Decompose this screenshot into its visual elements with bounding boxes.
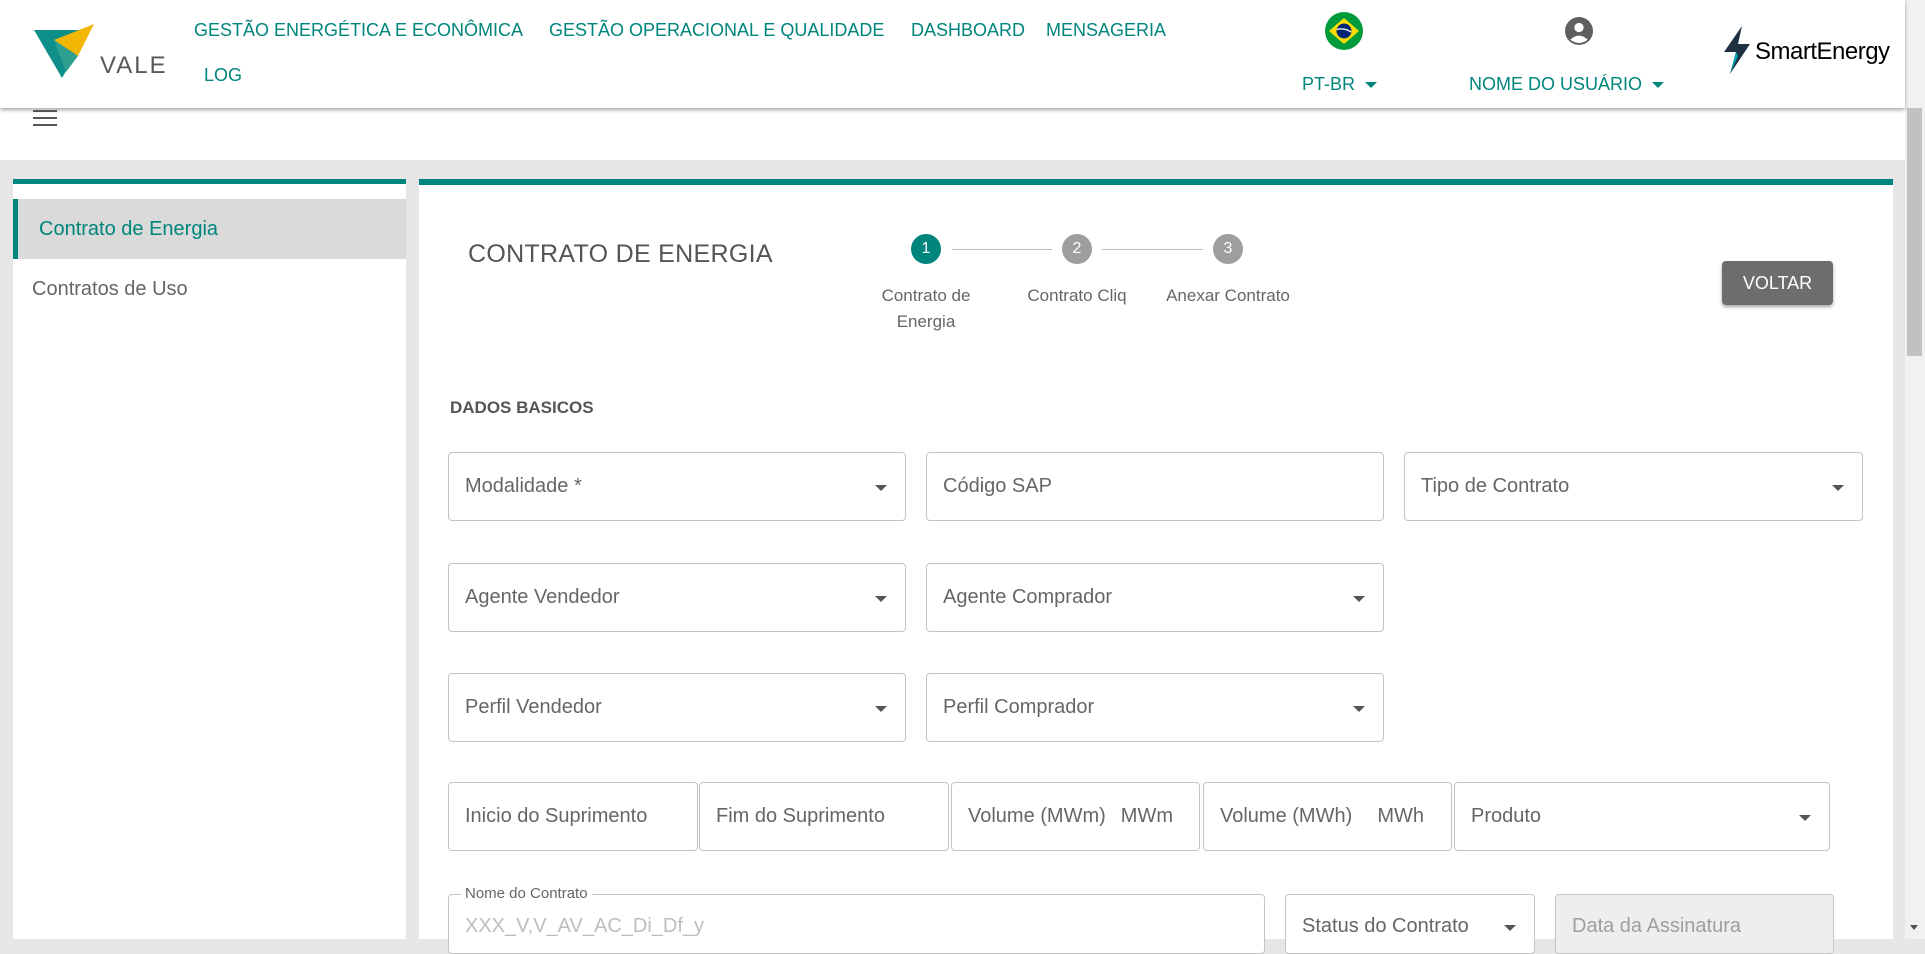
nome-contrato-label: Nome do Contrato	[461, 885, 592, 902]
inicio-suprimento-label: Inicio do Suprimento	[465, 805, 648, 827]
dropdown-arrow-icon	[875, 485, 887, 491]
step-1-label: Contrato de Energia	[866, 283, 986, 335]
step-2-label: Contrato Cliq	[1027, 286, 1127, 305]
page-title: CONTRATO DE ENERGIA	[468, 240, 773, 268]
produto-label: Produto	[1471, 805, 1542, 827]
menu-icon[interactable]	[33, 110, 57, 130]
nav-gestao-energetica[interactable]: GESTÃO ENERGÉTICA E ECONÔMICA	[194, 20, 523, 41]
vale-logo-text: VALE	[100, 52, 168, 79]
modalidade-select[interactable]: Modalidade *	[448, 452, 906, 521]
smartenergy-bolt-icon	[1724, 26, 1750, 74]
modalidade-label: Modalidade *	[465, 475, 582, 497]
volume-mwm-unit: MWm	[1120, 805, 1173, 827]
perfil-comprador-select[interactable]: Perfil Comprador	[926, 673, 1384, 742]
fim-suprimento-label: Fim do Suprimento	[716, 805, 885, 827]
sidebar-item-label: Contrato de Energia	[39, 218, 219, 240]
step-3-indicator[interactable]: 3	[1213, 234, 1243, 264]
agente-vendedor-select[interactable]: Agente Vendedor	[448, 563, 906, 632]
codigo-sap-input[interactable]: Código SAP	[926, 452, 1384, 521]
step-1-label-line1: Contrato de	[881, 286, 971, 305]
inicio-suprimento-date[interactable]: Inicio do Suprimento	[448, 782, 698, 851]
volume-mwm-input[interactable]: Volume (MWm) MWm	[951, 782, 1200, 851]
data-assinatura-date: Data da Assinatura	[1555, 894, 1834, 954]
perfil-comprador-label: Perfil Comprador	[943, 696, 1095, 718]
dropdown-arrow-icon	[1353, 706, 1365, 712]
smartenergy-logo-text: SmartEnergy	[1755, 38, 1890, 65]
user-menu[interactable]: NOME DO USUÁRIO	[1469, 74, 1665, 95]
user-name-label: NOME DO USUÁRIO	[1469, 74, 1643, 94]
nome-contrato-input[interactable]: Nome do Contrato XXX_V,V_AV_AC_Di_Df_y	[448, 885, 1265, 954]
section-title: DADOS BASICOS	[450, 398, 594, 417]
produto-select[interactable]: Produto	[1454, 782, 1830, 851]
agente-vendedor-label: Agente Vendedor	[465, 586, 620, 608]
step-1-indicator[interactable]: 1	[911, 234, 941, 264]
language-selector[interactable]: PT-BR	[1302, 74, 1378, 95]
data-assinatura-label: Data da Assinatura	[1572, 915, 1741, 937]
tipo-contrato-label: Tipo de Contrato	[1421, 475, 1570, 497]
nome-contrato-placeholder: XXX_V,V_AV_AC_Di_Df_y	[465, 915, 705, 937]
dropdown-arrow-icon	[875, 706, 887, 712]
perfil-vendedor-select[interactable]: Perfil Vendedor	[448, 673, 906, 742]
brazil-flag-icon[interactable]	[1325, 12, 1363, 50]
language-label: PT-BR	[1302, 74, 1356, 94]
volume-mwh-unit: MWh	[1377, 805, 1424, 827]
dropdown-arrow-icon	[1504, 925, 1516, 931]
nav-gestao-operacional[interactable]: GESTÃO OPERACIONAL E QUALIDADE	[549, 20, 884, 41]
nav-mensageria[interactable]: MENSAGERIA	[1046, 20, 1166, 41]
tipo-contrato-select[interactable]: Tipo de Contrato	[1404, 452, 1863, 521]
fim-suprimento-date[interactable]: Fim do Suprimento	[699, 782, 949, 851]
step-3-label: Anexar Contrato	[1166, 286, 1290, 305]
toolbar-strip	[0, 108, 1905, 160]
chevron-down-icon	[1365, 82, 1378, 89]
nav-log[interactable]: LOG	[204, 65, 242, 86]
chevron-down-icon	[1652, 82, 1665, 89]
step-1-label-line2: Energia	[896, 312, 956, 331]
volume-mwh-input[interactable]: Volume (MWh) MWh	[1203, 782, 1452, 851]
codigo-sap-label: Código SAP	[943, 475, 1052, 497]
dropdown-arrow-icon	[1832, 485, 1844, 491]
status-contrato-label: Status do Contrato	[1302, 915, 1469, 937]
dropdown-arrow-icon	[875, 596, 887, 602]
sidebar-item-contrato-energia[interactable]: Contrato de Energia	[13, 199, 406, 259]
step-connector	[1102, 249, 1203, 250]
nav-dashboard[interactable]: DASHBOARD	[911, 20, 1025, 41]
back-button[interactable]: VOLTAR	[1722, 261, 1833, 305]
agente-comprador-label: Agente Comprador	[943, 586, 1112, 608]
agente-comprador-select[interactable]: Agente Comprador	[926, 563, 1384, 632]
step-2-indicator[interactable]: 2	[1062, 234, 1092, 264]
sidebar: Contrato de Energia Contratos de Uso	[13, 179, 406, 939]
scrollbar-thumb[interactable]	[1907, 108, 1922, 356]
status-contrato-select[interactable]: Status do Contrato	[1285, 894, 1535, 954]
sidebar-item-contratos-uso[interactable]: Contratos de Uso	[13, 259, 406, 319]
top-bar: VALE GESTÃO ENERGÉTICA E ECONÔMICA GESTÃ…	[0, 0, 1905, 108]
volume-mwm-label: Volume (MWm)	[968, 805, 1106, 827]
volume-mwh-label: Volume (MWh)	[1220, 805, 1353, 827]
scroll-down-arrow-icon[interactable]	[1910, 925, 1918, 930]
account-circle-icon[interactable]	[1565, 17, 1593, 45]
sidebar-item-label: Contratos de Uso	[32, 278, 188, 300]
dropdown-arrow-icon	[1799, 815, 1811, 821]
dropdown-arrow-icon	[1353, 596, 1365, 602]
step-connector	[952, 249, 1052, 250]
perfil-vendedor-label: Perfil Vendedor	[465, 696, 602, 718]
